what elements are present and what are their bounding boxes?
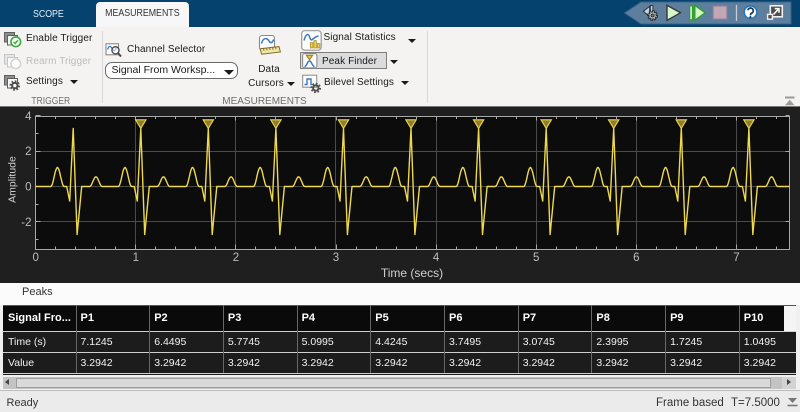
svg-text:4: 4 xyxy=(25,111,32,123)
svg-text:2: 2 xyxy=(25,146,31,158)
svg-text:7: 7 xyxy=(733,252,739,264)
svg-text:3: 3 xyxy=(333,252,339,264)
svg-text:Amplitude: Amplitude xyxy=(7,156,19,203)
svg-text:0: 0 xyxy=(25,182,31,194)
svg-text:1: 1 xyxy=(133,252,139,264)
svg-text:0: 0 xyxy=(32,252,38,264)
svg-text:4: 4 xyxy=(433,252,440,264)
svg-text:-2: -2 xyxy=(21,217,31,229)
svg-text:2: 2 xyxy=(233,252,239,264)
svg-text:6: 6 xyxy=(633,252,639,264)
svg-text:Time (secs): Time (secs) xyxy=(381,266,443,280)
svg-text:5: 5 xyxy=(533,252,539,264)
